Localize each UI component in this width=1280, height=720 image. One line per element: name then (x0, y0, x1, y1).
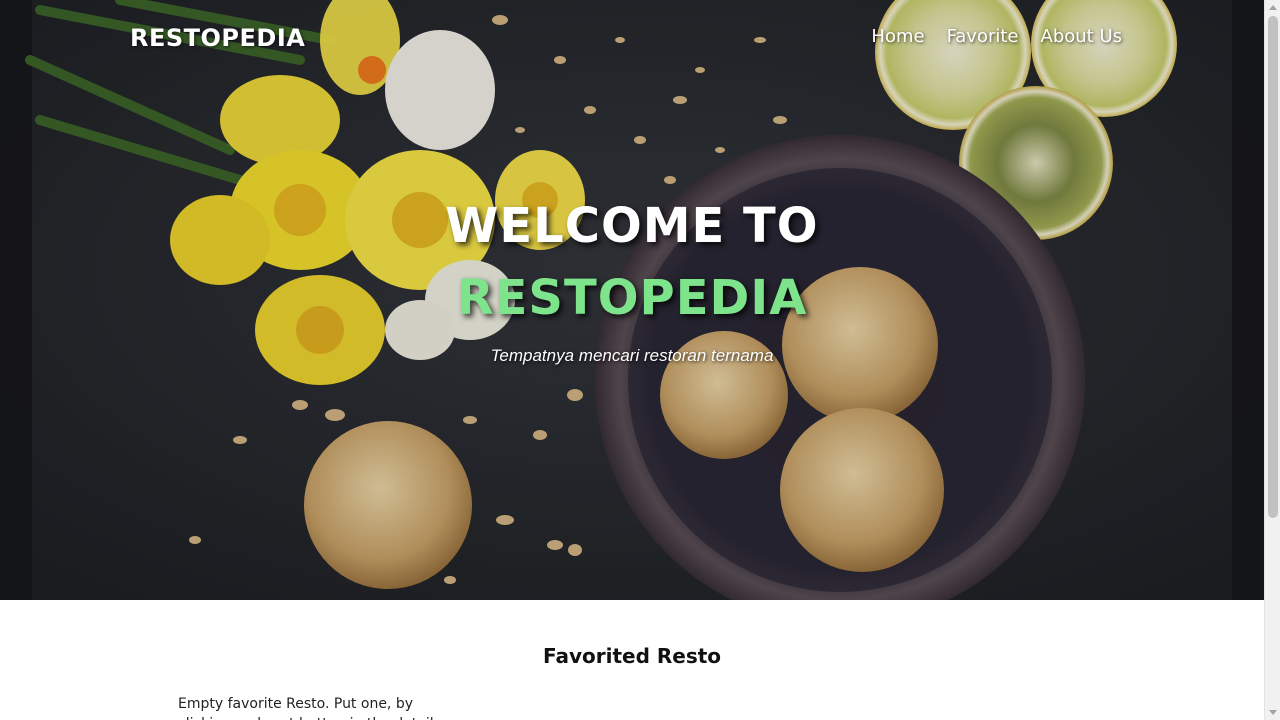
hero-title: WELCOME TO (445, 198, 819, 254)
nav-link-about-us[interactable]: About Us (1041, 26, 1123, 47)
brand-logo[interactable]: RESTOPEDIA (130, 24, 305, 52)
scroll-up-arrow-icon[interactable] (1269, 5, 1277, 10)
empty-favorite-message: Empty favorite Resto. Put one, by clicki… (178, 696, 434, 720)
main-nav: Home Favorite About Us (871, 26, 1122, 47)
scroll-down-arrow-icon[interactable] (1269, 710, 1277, 715)
nav-link-favorite[interactable]: Favorite (947, 26, 1019, 47)
page-viewport: RESTOPEDIA Home Favorite About Us WELCOM… (0, 0, 1264, 720)
hero-section: RESTOPEDIA Home Favorite About Us WELCOM… (0, 0, 1264, 600)
hero-title-brand: RESTOPEDIA (456, 270, 808, 326)
page-scrollbar[interactable] (1264, 0, 1280, 720)
main-content: Favorited Resto Empty favorite Resto. Pu… (0, 600, 1264, 720)
section-title: Favorited Resto (542, 644, 722, 668)
nav-link-home[interactable]: Home (871, 26, 924, 47)
scroll-thumb[interactable] (1268, 16, 1278, 518)
hero-tagline: Tempatnya mencari restoran ternama (490, 346, 774, 365)
